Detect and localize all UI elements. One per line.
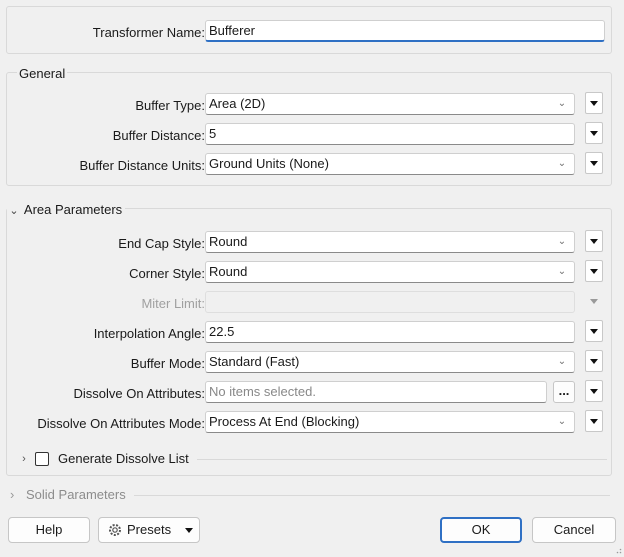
area-parameters-group: ⌄ Area Parameters End Cap Style: Round ⌄… [6,202,612,476]
buffer-type-row: Buffer Type: Area (2D) ⌄ [7,92,611,119]
dissolve-attributes-input[interactable]: No items selected. [205,381,547,403]
dropdown-triangle-icon [590,131,598,136]
corner-style-value: Round [209,264,248,279]
presets-button[interactable]: Presets [98,517,200,543]
buffer-type-label: Buffer Type: [135,98,205,113]
solid-parameters-title: Solid Parameters [26,487,126,502]
dropdown-triangle-icon [590,239,598,244]
general-group: General Buffer Type: Area (2D) ⌄ Buffer … [6,66,612,186]
buffer-mode-row: Buffer Mode: Standard (Fast) ⌄ [7,350,611,377]
buffer-mode-label: Buffer Mode: [130,356,205,371]
solid-parameters-header[interactable]: › Solid Parameters [6,486,612,504]
dissolve-attributes-browse-button[interactable]: ... [553,381,575,403]
interpolation-angle-row: Interpolation Angle: 22.5 [7,320,611,347]
presets-label: Presets [127,522,172,537]
dropdown-triangle-icon [590,161,598,166]
general-title: General [17,66,68,81]
dropdown-triangle-icon [590,359,598,364]
interpolation-angle-label: Interpolation Angle: [93,326,205,341]
dissolve-mode-value: Process At End (Blocking) [209,414,360,429]
buffer-units-value: Ground Units (None) [209,156,329,171]
area-parameters-title: Area Parameters [23,202,123,217]
interpolation-angle-menu-button[interactable] [585,320,603,342]
end-cap-row: End Cap Style: Round ⌄ [7,230,611,257]
ok-label: OK [471,522,491,537]
ok-button[interactable]: OK [440,517,522,543]
cancel-button[interactable]: Cancel [532,517,616,543]
cancel-label: Cancel [553,522,595,537]
generate-dissolve-checkbox[interactable] [35,452,49,466]
generate-dissolve-label: Generate Dissolve List [58,451,189,466]
buffer-distance-row: Buffer Distance: 5 [7,122,611,149]
chevron-down-icon: ⌄ [557,356,567,367]
dropdown-triangle-icon [590,419,598,424]
corner-style-select[interactable]: Round ⌄ [205,261,575,283]
transformer-name-label: Transformer Name: [92,25,205,40]
end-cap-label: End Cap Style: [118,236,205,251]
transformer-name-input[interactable]: Bufferer [205,20,605,42]
buffer-distance-label: Buffer Distance: [112,128,205,143]
buffer-distance-menu-button[interactable] [585,122,603,144]
dissolve-mode-menu-button[interactable] [585,410,603,432]
buffer-distance-value: 5 [209,126,217,141]
chevron-down-icon: ⌄ [557,236,567,247]
gear-icon [107,522,123,538]
chevron-down-icon: ⌄ [557,158,567,169]
dropdown-triangle-icon [590,389,598,394]
help-label: Help [35,522,63,537]
dissolve-attributes-label: Dissolve On Attributes: [73,386,206,401]
chevron-down-icon: ⌄ [557,98,567,109]
miter-limit-label: Miter Limit: [141,296,205,311]
area-parameters-header[interactable]: ⌄ Area Parameters [7,202,126,217]
buffer-type-select[interactable]: Area (2D) ⌄ [205,93,575,115]
end-cap-value: Round [209,234,248,249]
interpolation-angle-input[interactable]: 22.5 [205,321,575,343]
chevron-right-icon: › [10,487,15,502]
buffer-mode-select[interactable]: Standard (Fast) ⌄ [205,351,575,373]
transformer-name-value: Bufferer [209,23,256,38]
buffer-distance-input[interactable]: 5 [205,123,575,145]
generate-dissolve-divider [197,459,607,460]
dissolve-mode-label: Dissolve On Attributes Mode: [37,416,205,431]
corner-style-label: Corner Style: [129,266,205,281]
miter-limit-menu-button [585,290,603,312]
end-cap-select[interactable]: Round ⌄ [205,231,575,253]
solid-parameters-divider [134,495,610,496]
miter-limit-row: Miter Limit: [7,291,611,317]
buffer-units-row: Buffer Distance Units: Ground Units (Non… [7,152,611,179]
buffer-mode-value: Standard (Fast) [209,354,300,369]
dropdown-triangle-icon [590,299,598,304]
chevron-down-icon: ⌄ [557,416,567,427]
dissolve-attributes-row: Dissolve On Attributes: No items selecte… [7,380,611,407]
end-cap-menu-button[interactable] [585,230,603,252]
buffer-units-label: Buffer Distance Units: [79,158,205,173]
buffer-units-menu-button[interactable] [585,152,603,174]
dropdown-triangle-icon [590,329,598,334]
dropdown-triangle-icon [185,528,193,533]
collapse-chevron-icon: ⌄ [9,205,19,217]
resize-grip-icon[interactable] [614,542,622,554]
corner-style-row: Corner Style: Round ⌄ [7,260,611,287]
chevron-down-icon: ⌄ [557,266,567,277]
chevron-right-icon[interactable]: › [19,449,29,469]
interpolation-angle-value: 22.5 [209,324,235,339]
dissolve-mode-row: Dissolve On Attributes Mode: Process At … [7,410,611,437]
miter-limit-input [205,291,575,313]
transformer-name-row: Transformer Name: Bufferer [7,20,611,46]
buffer-type-menu-button[interactable] [585,92,603,114]
corner-style-menu-button[interactable] [585,260,603,282]
buffer-mode-menu-button[interactable] [585,350,603,372]
dissolve-mode-select[interactable]: Process At End (Blocking) ⌄ [205,411,575,433]
help-button[interactable]: Help [8,517,90,543]
transformer-name-group: Transformer Name: Bufferer [6,6,612,54]
dissolve-attributes-placeholder: No items selected. [209,384,316,399]
generate-dissolve-row: › Generate Dissolve List [7,449,611,469]
dropdown-triangle-icon [590,269,598,274]
buffer-type-value: Area (2D) [209,96,266,111]
dropdown-triangle-icon [590,101,598,106]
buffer-units-select[interactable]: Ground Units (None) ⌄ [205,153,575,175]
ellipsis-label: ... [558,383,570,398]
dissolve-attributes-menu-button[interactable] [585,380,603,402]
